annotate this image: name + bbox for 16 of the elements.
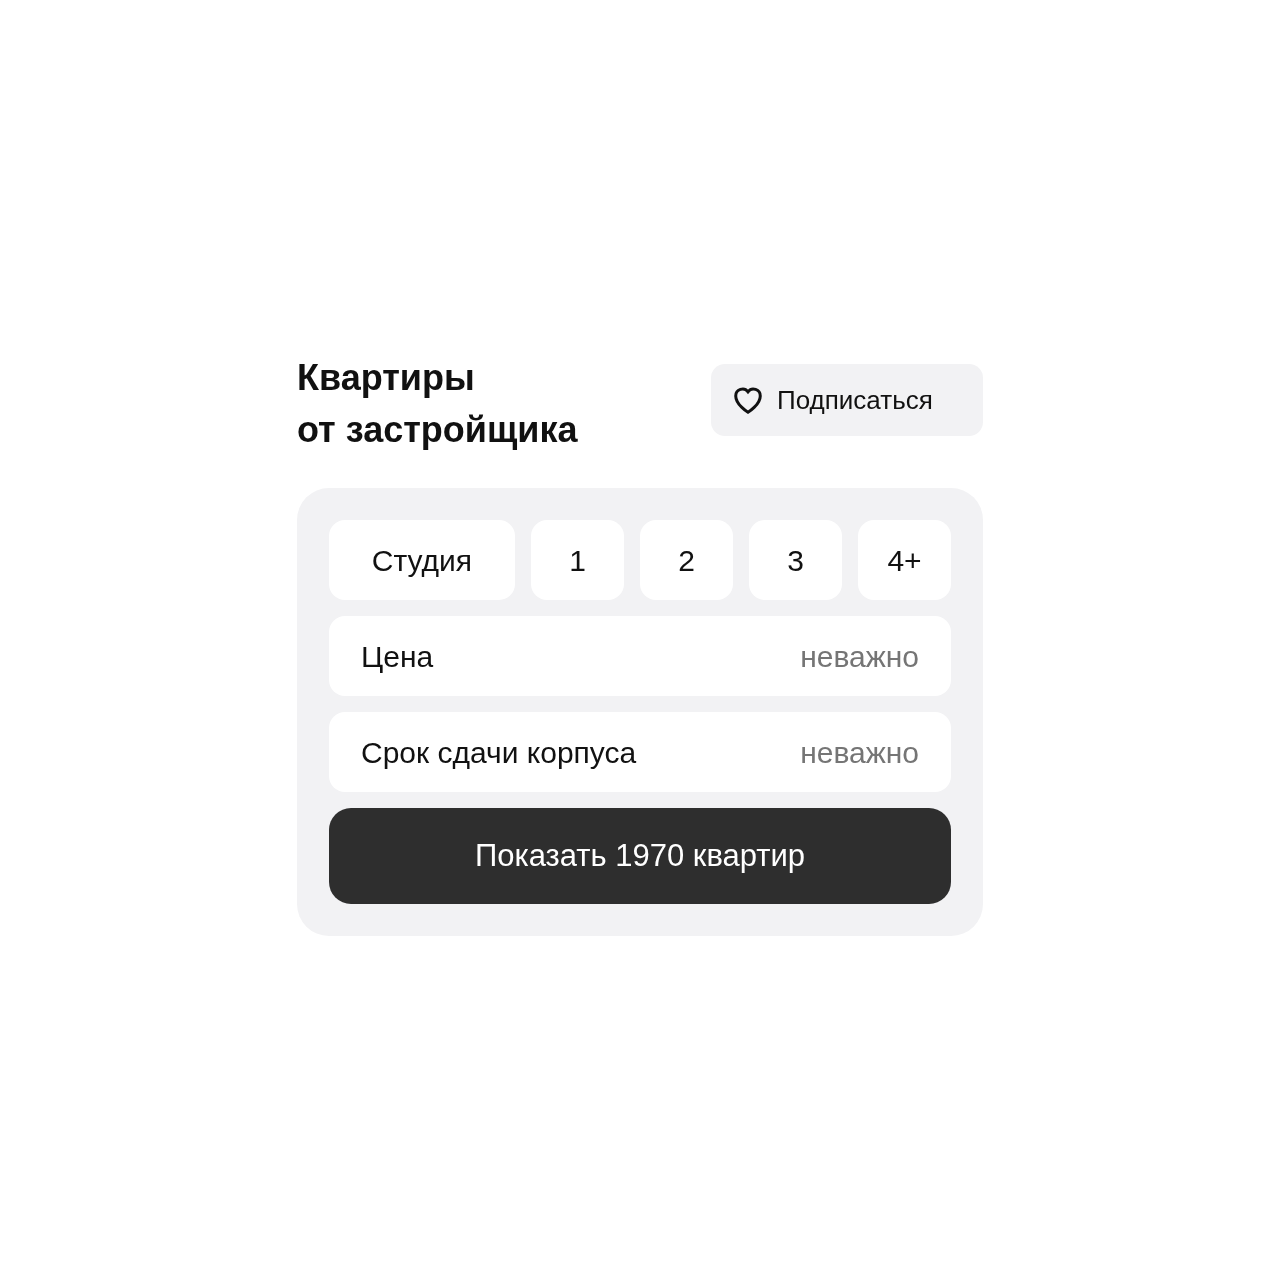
room-option[interactable]: 2 — [640, 520, 733, 600]
heart-icon — [731, 385, 765, 415]
filter-row[interactable]: Цена неважно — [329, 616, 951, 696]
filter-row[interactable]: Срок сдачи корпуса неважно — [329, 712, 951, 792]
page-title: от застройщика — [297, 408, 578, 452]
filter-value: неважно — [800, 638, 919, 675]
filter-label: Срок сдачи корпуса — [361, 734, 637, 771]
room-option[interactable]: 4+ — [858, 520, 951, 600]
room-option[interactable]: Студия — [329, 520, 515, 600]
subscribe-button[interactable]: Подписаться — [711, 364, 983, 436]
filter-label: Цена — [361, 638, 434, 675]
filter-value: неважно — [800, 734, 919, 771]
show-results-button[interactable]: Показать 1970 квартир — [329, 808, 951, 904]
room-option[interactable]: 1 — [531, 520, 624, 600]
room-option[interactable]: 3 — [749, 520, 842, 600]
page-title: Квартиры — [297, 356, 476, 400]
